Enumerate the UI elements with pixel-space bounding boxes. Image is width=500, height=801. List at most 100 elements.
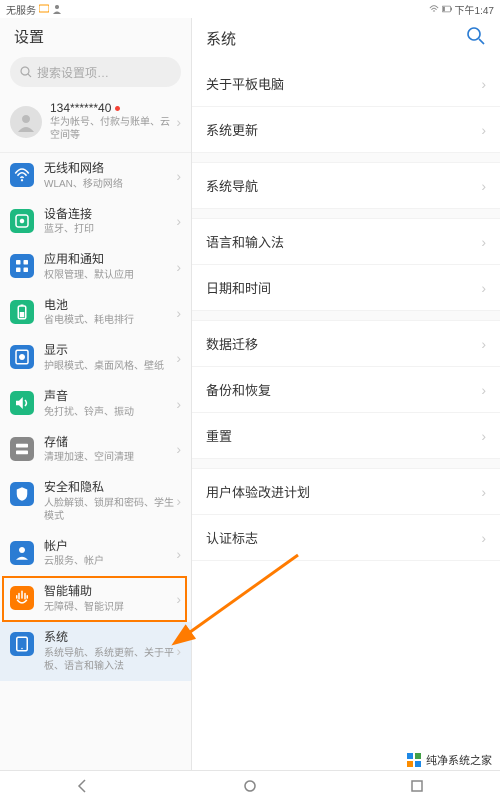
chevron-right-icon: › xyxy=(176,259,181,275)
sidebar-item-label: 声音 xyxy=(44,389,176,405)
sidebar-item-sub: 云服务、帐户 xyxy=(44,555,176,568)
chevron-right-icon: › xyxy=(176,441,181,457)
sidebar-item-sub: 无障碍、智能识屏 xyxy=(44,601,176,614)
battery-icon xyxy=(442,4,452,14)
avatar xyxy=(10,106,42,138)
search-input[interactable]: 搜索设置项… xyxy=(10,57,181,87)
chevron-right-icon: › xyxy=(176,546,181,562)
account-sub: 华为帐号、付款与账单、云空间等 xyxy=(50,116,176,142)
sidebar-item-label: 设备连接 xyxy=(44,207,176,223)
chevron-right-icon: › xyxy=(481,336,486,352)
sidebar-item-label: 智能辅助 xyxy=(44,584,176,600)
chevron-right-icon: › xyxy=(481,484,486,500)
sidebar-item-device[interactable]: 设备连接蓝牙、打印› xyxy=(0,199,191,245)
sidebar-item-security[interactable]: 安全和隐私人脸解锁、锁屏和密码、学生模式› xyxy=(0,472,191,531)
sidebar-item-label: 安全和隐私 xyxy=(44,480,176,496)
sidebar-item-storage[interactable]: 存储清理加速、空间清理› xyxy=(0,427,191,473)
sidebar-item-apps[interactable]: 应用和通知权限管理、默认应用› xyxy=(0,244,191,290)
account-icon xyxy=(10,541,34,565)
notification-dot xyxy=(115,106,120,111)
nav-recent[interactable] xyxy=(402,771,432,801)
section-spacer xyxy=(192,153,500,163)
watermark: 纯净系统之家 xyxy=(406,752,492,768)
chevron-right-icon: › xyxy=(481,428,486,444)
sidebar-item-label: 电池 xyxy=(44,298,176,314)
sidebar-item-label: 帐户 xyxy=(44,539,176,555)
sidebar-item-label: 系统 xyxy=(44,630,176,646)
system-icon xyxy=(10,632,34,656)
detail-item[interactable]: 认证标志› xyxy=(192,515,500,561)
detail-item[interactable]: 数据迁移› xyxy=(192,321,500,367)
sidebar-item-assist[interactable]: 智能辅助无障碍、智能识屏› xyxy=(0,576,191,622)
sidebar-item-sub: 蓝牙、打印 xyxy=(44,223,176,236)
sidebar-item-sub: 免打扰、铃声、振动 xyxy=(44,406,176,419)
nav-back[interactable] xyxy=(68,771,98,801)
detail-item[interactable]: 用户体验改进计划 › xyxy=(192,469,500,515)
chevron-right-icon: › xyxy=(481,382,486,398)
sidebar-item-system[interactable]: 系统系统导航、系统更新、关于平板、语言和输入法› xyxy=(0,622,191,681)
detail-item-label: 系统更新 xyxy=(206,120,258,139)
detail-item[interactable]: 语言和输入法› xyxy=(192,219,500,265)
chevron-right-icon: › xyxy=(481,280,486,296)
detail-item-label: 日期和时间 xyxy=(206,278,271,297)
user-icon xyxy=(52,4,62,14)
sidebar-item-battery[interactable]: 电池省电模式、耗电排行› xyxy=(0,290,191,336)
chevron-right-icon: › xyxy=(481,76,486,92)
sidebar-item-sub: 省电模式、耗电排行 xyxy=(44,314,176,327)
sidebar-item-sub: 人脸解锁、锁屏和密码、学生模式 xyxy=(44,497,176,523)
search-icon[interactable] xyxy=(466,26,486,51)
chevron-right-icon: › xyxy=(176,396,181,412)
detail-item-label: 关于平板电脑 xyxy=(206,74,284,93)
sidebar-item-sub: 清理加速、空间清理 xyxy=(44,451,176,464)
detail-item[interactable]: 备份和恢复 › xyxy=(192,367,500,413)
wifi-icon xyxy=(429,4,439,14)
sidebar-item-display[interactable]: 显示护眼模式、桌面风格、壁纸› xyxy=(0,335,191,381)
detail-item-label: 用户体验改进计划 xyxy=(206,482,310,501)
detail-item[interactable]: 系统更新 › xyxy=(192,107,500,153)
detail-item[interactable]: 日期和时间 › xyxy=(192,265,500,311)
no-service-label: 无服务 xyxy=(6,2,36,17)
sound-icon xyxy=(10,391,34,415)
chevron-right-icon: › xyxy=(481,122,486,138)
storage-icon xyxy=(10,437,34,461)
settings-title: 设置 xyxy=(0,18,191,57)
chevron-right-icon: › xyxy=(481,234,486,250)
chevron-right-icon: › xyxy=(176,591,181,607)
chevron-right-icon: › xyxy=(176,114,181,130)
section-spacer xyxy=(192,311,500,321)
chevron-right-icon: › xyxy=(176,350,181,366)
device-icon xyxy=(10,209,34,233)
wifi-icon xyxy=(10,163,34,187)
nav-home[interactable] xyxy=(235,771,265,801)
chevron-right-icon: › xyxy=(176,213,181,229)
detail-title: 系统 xyxy=(206,28,236,49)
chevron-right-icon: › xyxy=(176,493,181,509)
account-row[interactable]: 134******40 华为帐号、付款与账单、云空间等 › xyxy=(0,95,191,153)
detail-item-label: 备份和恢复 xyxy=(206,380,271,399)
detail-item[interactable]: 关于平板电脑 › xyxy=(192,61,500,107)
chevron-right-icon: › xyxy=(481,178,486,194)
chevron-right-icon: › xyxy=(481,530,486,546)
sidebar-item-sub: 权限管理、默认应用 xyxy=(44,269,176,282)
assist-icon xyxy=(10,586,34,610)
status-bar: 无服务 下午1:47 xyxy=(0,0,500,18)
chevron-right-icon: › xyxy=(176,168,181,184)
sidebar-item-sub: 系统导航、系统更新、关于平板、语言和输入法 xyxy=(44,647,176,673)
sidebar-item-account[interactable]: 帐户云服务、帐户› xyxy=(0,531,191,577)
sidebar-item-sound[interactable]: 声音免打扰、铃声、振动› xyxy=(0,381,191,427)
watermark-logo xyxy=(406,752,422,768)
detail-item[interactable]: 系统导航 › xyxy=(192,163,500,209)
section-spacer xyxy=(192,209,500,219)
message-icon xyxy=(39,4,49,14)
sidebar-item-sub: WLAN、移动网络 xyxy=(44,178,176,191)
settings-sidebar: 设置 搜索设置项… 134******40 华为帐号、付款与账单、云空间等 › … xyxy=(0,18,192,800)
sidebar-item-wifi[interactable]: 无线和网络WLAN、移动网络› xyxy=(0,153,191,199)
nav-bar xyxy=(0,770,500,800)
display-icon xyxy=(10,345,34,369)
detail-panel: 系统 关于平板电脑›系统更新›系统导航›语言和输入法›日期和时间›数据迁移›备份… xyxy=(192,18,500,800)
search-placeholder: 搜索设置项… xyxy=(37,64,109,81)
detail-item-label: 系统导航 xyxy=(206,176,258,195)
sidebar-item-label: 存储 xyxy=(44,435,176,451)
detail-item[interactable]: 重置› xyxy=(192,413,500,459)
sidebar-item-label: 应用和通知 xyxy=(44,252,176,268)
